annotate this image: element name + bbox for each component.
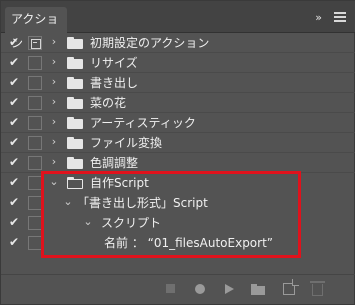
record-icon[interactable]	[195, 284, 205, 294]
action-set-label: 菜の花	[90, 96, 127, 110]
panel-menu-icon[interactable]	[334, 12, 346, 22]
action-set-label: 初期設定のアクション	[90, 36, 210, 50]
dialog-toggle-icon[interactable]	[28, 76, 42, 90]
action-set-row[interactable]: ✔ › 菜の花	[1, 93, 355, 113]
checkmark-icon[interactable]: ✔	[9, 175, 21, 189]
dialog-toggle-icon[interactable]	[28, 196, 42, 210]
chevron-right-icon[interactable]: ›	[49, 155, 59, 169]
checkmark-icon[interactable]: ✔	[9, 35, 21, 49]
dialog-toggle-icon[interactable]	[28, 96, 42, 110]
checkmark-icon[interactable]: ✔	[9, 95, 21, 109]
header-controls: »	[315, 7, 346, 27]
expand-panel-icon[interactable]: »	[315, 11, 322, 24]
action-set-label: 書き出し	[90, 76, 139, 90]
stop-icon[interactable]	[166, 284, 175, 293]
action-set-row[interactable]: ✔ › アーティスティック	[1, 113, 355, 133]
action-set-label: リサイズ	[90, 56, 138, 70]
checkmark-icon[interactable]: ✔	[9, 75, 21, 89]
actions-panel: アクション » ✔ › 初期設定のアクション ✔ › リサイズ ✔ › 書き出し…	[0, 0, 355, 305]
checkmark-icon[interactable]: ✔	[9, 55, 21, 69]
dialog-toggle-icon[interactable]	[28, 176, 42, 190]
dialog-toggle-icon[interactable]	[28, 236, 42, 250]
action-set-row[interactable]: ✔ › 色調調整	[1, 153, 355, 173]
chevron-right-icon[interactable]: ›	[49, 75, 59, 89]
dialog-toggle-icon[interactable]	[28, 116, 42, 130]
checkmark-icon[interactable]: ✔	[9, 235, 21, 249]
chevron-right-icon[interactable]: ›	[49, 95, 59, 109]
folder-icon	[67, 37, 83, 49]
dialog-toggle-icon[interactable]	[28, 56, 42, 70]
chevron-right-icon[interactable]: ›	[49, 35, 59, 49]
folder-icon	[67, 97, 83, 109]
action-set-row[interactable]: ✔ › リサイズ	[1, 53, 355, 73]
chevron-right-icon[interactable]: ›	[49, 135, 59, 149]
action-set-label: ファイル変換	[90, 136, 163, 150]
checkmark-icon[interactable]: ✔	[9, 195, 21, 209]
folder-icon	[67, 117, 83, 129]
checkmark-icon[interactable]: ✔	[9, 135, 21, 149]
dialog-toggle-icon[interactable]	[28, 156, 42, 170]
dialog-toggle-icon[interactable]	[28, 136, 42, 150]
red-highlight-box	[41, 171, 301, 258]
chevron-right-icon[interactable]: ›	[49, 55, 59, 69]
folder-icon	[67, 157, 83, 169]
action-set-row[interactable]: ✔ › ファイル変換	[1, 133, 355, 153]
tab-actions[interactable]: アクション	[5, 7, 67, 50]
play-icon[interactable]	[225, 284, 234, 294]
dialog-toggle-icon[interactable]	[28, 36, 42, 50]
checkmark-icon[interactable]: ✔	[9, 155, 21, 169]
folder-icon	[67, 77, 83, 89]
new-set-folder-icon[interactable]	[251, 284, 265, 295]
folder-icon	[67, 57, 83, 69]
checkmark-icon[interactable]: ✔	[9, 215, 21, 229]
folder-icon	[67, 137, 83, 149]
action-set-row[interactable]: ✔ › 初期設定のアクション	[1, 33, 355, 53]
action-set-label: アーティスティック	[90, 116, 196, 130]
panel-footer	[1, 274, 355, 304]
checkmark-icon[interactable]: ✔	[9, 115, 21, 129]
trash-icon[interactable]	[310, 281, 325, 296]
action-set-row[interactable]: ✔ › 書き出し	[1, 73, 355, 93]
action-set-label: 色調調整	[90, 156, 139, 170]
chevron-right-icon[interactable]: ›	[49, 115, 59, 129]
dialog-toggle-icon[interactable]	[28, 216, 42, 230]
panel-header: アクション »	[1, 1, 355, 50]
new-action-icon[interactable]	[283, 279, 299, 295]
